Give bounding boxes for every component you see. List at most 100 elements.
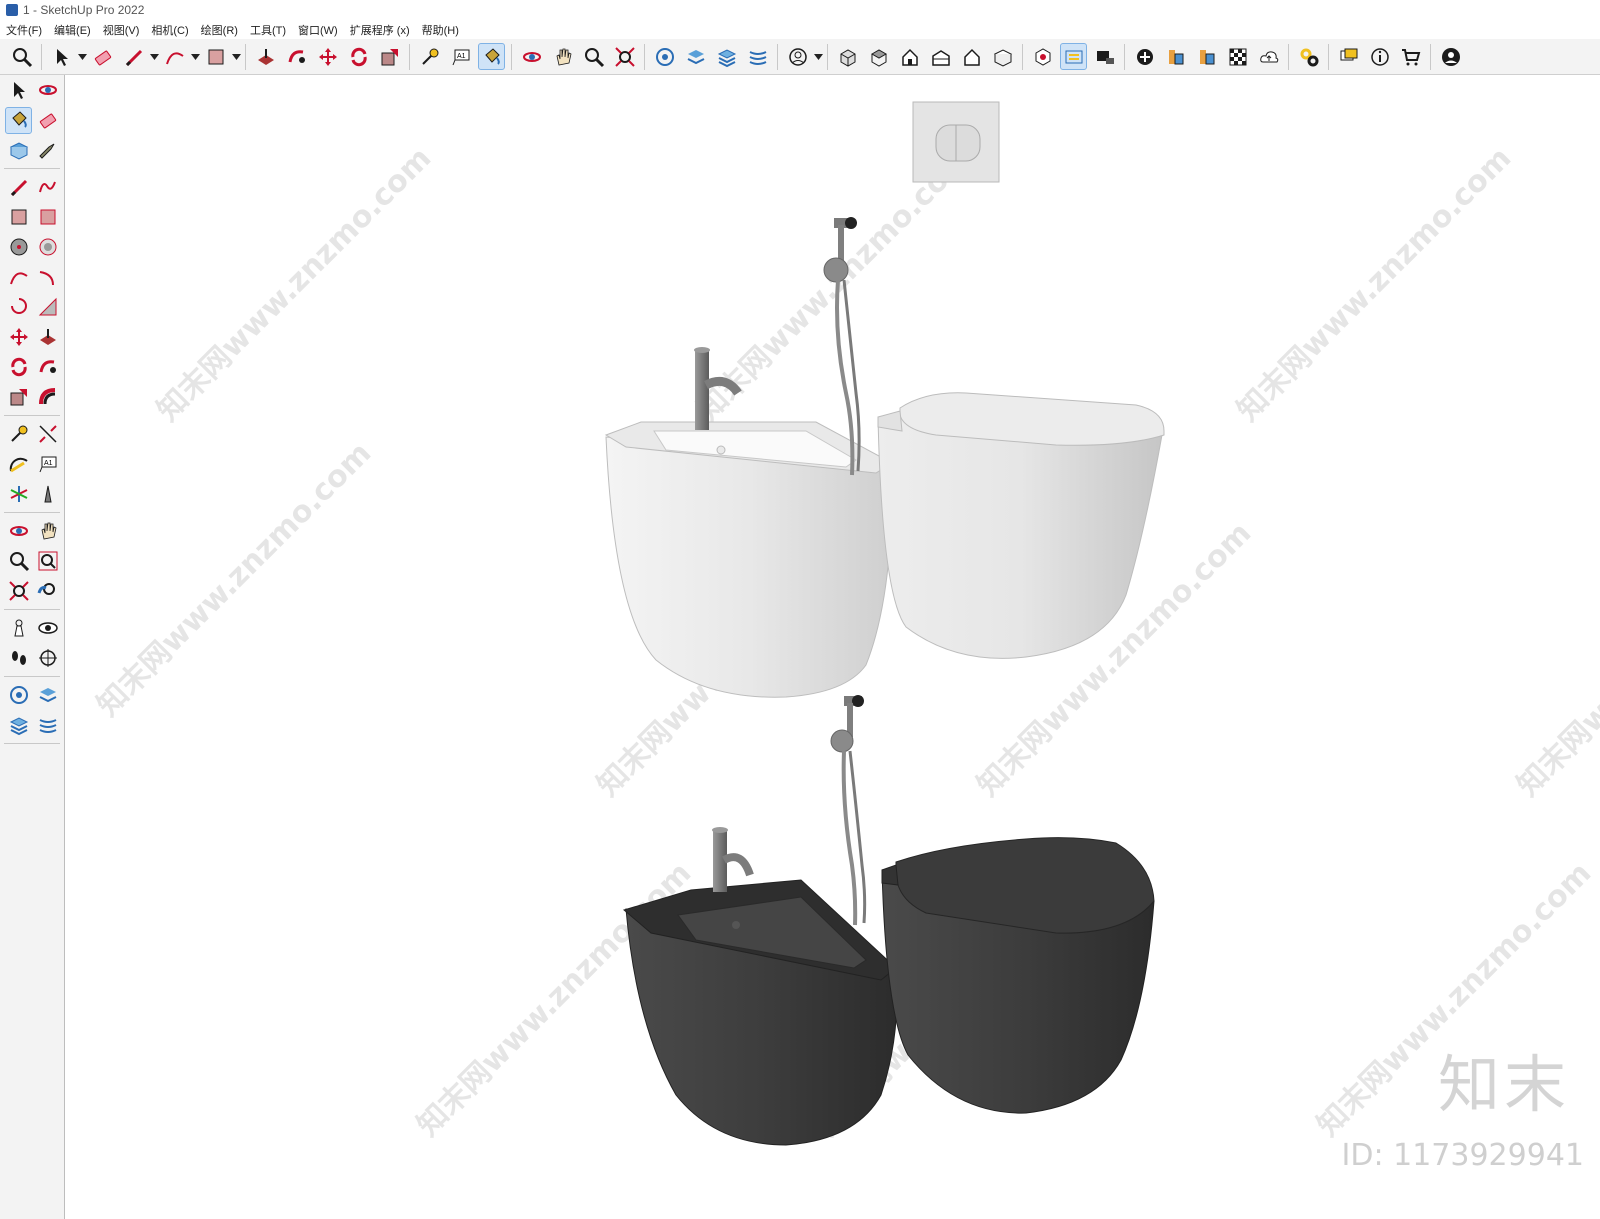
- rectangle-icon[interactable]: [5, 204, 32, 231]
- shadows-icon[interactable]: [1224, 43, 1251, 70]
- menu-tools[interactable]: 工具(T): [244, 22, 292, 38]
- polygon-icon[interactable]: [34, 234, 61, 261]
- style-icon[interactable]: [1029, 43, 1056, 70]
- settings-icon[interactable]: [1295, 43, 1322, 70]
- user-icon[interactable]: [784, 43, 811, 70]
- axes-icon[interactable]: [5, 481, 32, 508]
- right-view-icon[interactable]: [896, 43, 923, 70]
- three-point-arc-icon[interactable]: [34, 294, 61, 321]
- dimension-icon[interactable]: [34, 421, 61, 448]
- offset-icon[interactable]: [34, 384, 61, 411]
- zoom-icon[interactable]: [8, 43, 35, 70]
- iso-view-icon[interactable]: [834, 43, 861, 70]
- chevron-down-icon[interactable]: [190, 43, 200, 70]
- chevron-down-icon[interactable]: [77, 43, 87, 70]
- menu-draw[interactable]: 绘图(R): [195, 22, 244, 38]
- look-around-icon[interactable]: [34, 615, 61, 642]
- select-icon[interactable]: [48, 43, 75, 70]
- extension-warehouse-icon[interactable]: [682, 43, 709, 70]
- text-icon[interactable]: A1: [447, 43, 474, 70]
- flush-plate[interactable]: [912, 101, 1000, 183]
- materials-icon[interactable]: [1162, 43, 1189, 70]
- push-pull-icon[interactable]: [252, 43, 279, 70]
- tape-measure-icon[interactable]: [416, 43, 443, 70]
- rectangle-icon[interactable]: [202, 43, 229, 70]
- orbit-tool-icon[interactable]: [5, 518, 32, 545]
- pan-icon[interactable]: [34, 518, 61, 545]
- dialog-icon[interactable]: [1335, 43, 1362, 70]
- menu-window[interactable]: 窗口(W): [292, 22, 344, 38]
- chevron-down-icon[interactable]: [231, 43, 241, 70]
- black-toilet[interactable]: [881, 837, 1155, 1114]
- section-icon[interactable]: [1060, 43, 1087, 70]
- materials-icon[interactable]: [1193, 43, 1220, 70]
- menu-camera[interactable]: 相机(C): [145, 22, 194, 38]
- menu-view[interactable]: 视图(V): [97, 22, 146, 38]
- position-camera-icon[interactable]: [5, 615, 32, 642]
- black-bidet[interactable]: [622, 827, 898, 1146]
- follow-me-icon[interactable]: [283, 43, 310, 70]
- zoom-window-icon[interactable]: [34, 548, 61, 575]
- previous-view-icon[interactable]: [34, 578, 61, 605]
- pencil-icon[interactable]: [5, 174, 32, 201]
- zoom-extents-icon[interactable]: [5, 578, 32, 605]
- orbit-icon[interactable]: [518, 43, 545, 70]
- select-icon[interactable]: [5, 77, 32, 104]
- orbit-icon[interactable]: [34, 77, 61, 104]
- chevron-down-icon[interactable]: [813, 43, 823, 70]
- top-view-icon[interactable]: [865, 43, 892, 70]
- eraser-icon[interactable]: [34, 107, 61, 134]
- menu-extensions[interactable]: 扩展程序 (x): [344, 22, 416, 38]
- rotate-icon[interactable]: [345, 43, 372, 70]
- layer-icon[interactable]: [5, 712, 32, 739]
- bidet-shower-lower[interactable]: [830, 695, 867, 926]
- component-icon[interactable]: [5, 137, 32, 164]
- paint-bucket-icon[interactable]: [5, 106, 32, 134]
- follow-me-icon[interactable]: [34, 354, 61, 381]
- freehand-icon[interactable]: [34, 174, 61, 201]
- pan-icon[interactable]: [549, 43, 576, 70]
- extension-icon[interactable]: [34, 682, 61, 709]
- rotated-rectangle-icon[interactable]: [34, 204, 61, 231]
- push-pull-icon[interactable]: [34, 324, 61, 351]
- menu-file[interactable]: 文件(F): [0, 22, 48, 38]
- scale-icon[interactable]: [5, 384, 32, 411]
- scale-icon[interactable]: [376, 43, 403, 70]
- model-viewport[interactable]: 知末网www.znzmo.com 知末网www.znzmo.com 知末网www.z…: [66, 75, 1600, 1219]
- arc-icon[interactable]: [161, 43, 188, 70]
- account-icon[interactable]: [1437, 43, 1464, 70]
- arc-icon[interactable]: [5, 264, 32, 291]
- warehouse-icon[interactable]: [5, 682, 32, 709]
- rotate-icon[interactable]: [5, 354, 32, 381]
- two-point-arc-icon[interactable]: [34, 264, 61, 291]
- pie-icon[interactable]: [5, 294, 32, 321]
- info-icon[interactable]: [1366, 43, 1393, 70]
- text-icon[interactable]: A1: [34, 451, 61, 478]
- paint-bucket-icon[interactable]: [478, 43, 505, 70]
- zoom-extents-icon[interactable]: [611, 43, 638, 70]
- zoom-tool-icon[interactable]: [580, 43, 607, 70]
- cloud-icon[interactable]: [1255, 43, 1282, 70]
- left-view-icon[interactable]: [958, 43, 985, 70]
- section-plane-icon[interactable]: [34, 645, 61, 672]
- 3d-text-icon[interactable]: [34, 481, 61, 508]
- protractor-icon[interactable]: [5, 451, 32, 478]
- circle-icon[interactable]: [5, 234, 32, 261]
- warehouse-icon[interactable]: [651, 43, 678, 70]
- sandbox-icon[interactable]: [744, 43, 771, 70]
- sandbox-icon[interactable]: [34, 712, 61, 739]
- move-icon[interactable]: [314, 43, 341, 70]
- tape-measure-icon[interactable]: [5, 421, 32, 448]
- eraser-icon[interactable]: [89, 43, 116, 70]
- zoom-icon[interactable]: [5, 548, 32, 575]
- cart-icon[interactable]: [1397, 43, 1424, 70]
- layer-icon[interactable]: [713, 43, 740, 70]
- move-icon[interactable]: [5, 324, 32, 351]
- add-location-icon[interactable]: [1131, 43, 1158, 70]
- menu-edit[interactable]: 编辑(E): [48, 22, 97, 38]
- tag-icon[interactable]: [34, 137, 61, 164]
- white-toilet[interactable]: [877, 392, 1165, 659]
- walk-icon[interactable]: [5, 645, 32, 672]
- pencil-icon[interactable]: [120, 43, 147, 70]
- scenes-icon[interactable]: [1091, 43, 1118, 70]
